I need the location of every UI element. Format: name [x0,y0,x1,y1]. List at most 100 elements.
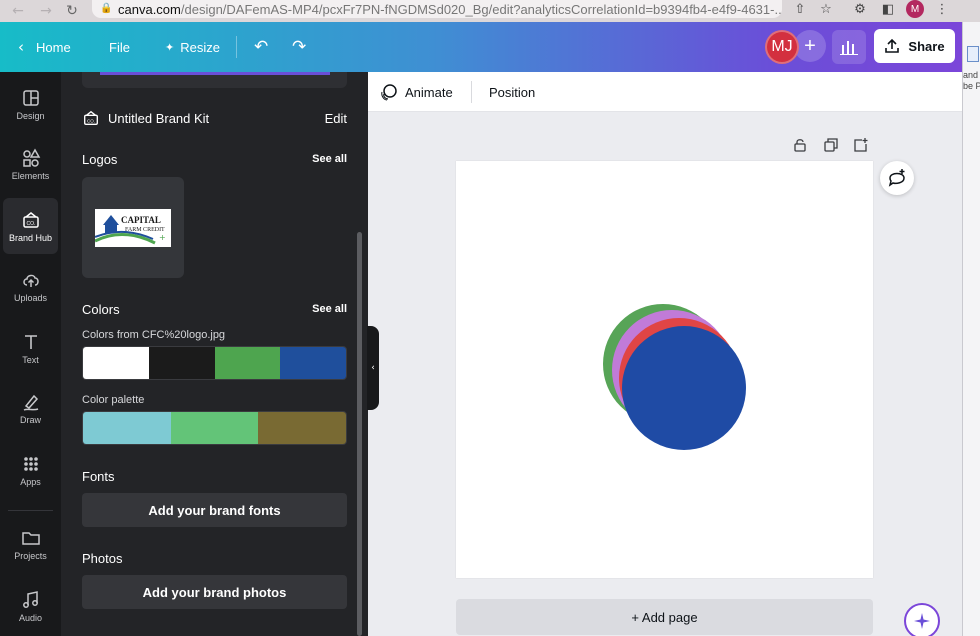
cloud-upload-icon [22,274,39,287]
resize-label: Resize [180,39,220,55]
rail-item-apps[interactable]: Apps [0,442,61,498]
url-text: canva.com/design/DAFemAS-MP4/pcxFr7PN-fN… [118,2,782,17]
logo-color-swatch-1[interactable] [83,347,149,379]
add-comment-button[interactable] [880,161,914,195]
svg-text:CO.: CO. [26,221,35,227]
user-avatar[interactable]: MJ [765,30,799,64]
logo-colors-label: Colors from CFC%20logo.jpg [82,329,226,341]
url-path: /design/DAFemAS-MP4/pcxFr7PN-fNGDMSd020_… [180,1,782,17]
rail-item-draw[interactable]: Draw [0,380,61,436]
add-brand-photos-button[interactable]: Add your brand photos [82,575,347,609]
rail-item-audio[interactable]: Audio [0,578,61,634]
share-button[interactable]: Share [874,29,955,63]
extensions-icon[interactable]: ⚙ [848,0,872,18]
circles-graphic[interactable] [456,161,873,578]
design-page[interactable] [456,161,873,578]
forward-arrow-icon[interactable]: → [32,0,60,22]
chevron-left-icon: ‹ [371,363,375,373]
browser-toolbar: ← → ↻ 🔒 canva.com/design/DAFemAS-MP4/pcx… [0,0,980,22]
palette-color-swatch-1[interactable] [83,412,171,444]
file-menu-button[interactable]: File [109,22,130,72]
profile-avatar[interactable]: M [906,0,924,18]
adjacent-window-edge: and be P [962,22,980,636]
add-page-top-button[interactable] [852,136,870,154]
redo-button[interactable]: ↷ [292,22,306,72]
colors-heading: Colors [82,302,120,317]
layout-icon [22,89,39,106]
back-arrow-icon[interactable]: ← [4,0,32,22]
rail-item-elements[interactable]: Elements [0,136,61,192]
logos-heading: Logos [82,152,118,167]
sparkle-icon [914,613,930,629]
colors-see-all-link[interactable]: See all [312,303,347,315]
address-bar[interactable]: 🔒 canva.com/design/DAFemAS-MP4/pcxFr7PN-… [92,0,782,18]
bar-chart-icon [840,41,858,55]
brand-kit-title: Untitled Brand Kit [108,110,210,126]
redo-icon: ↷ [292,37,307,57]
logo-color-swatches [82,346,347,380]
duplicate-page-button[interactable] [822,136,840,154]
insights-button[interactable] [832,30,866,64]
editor-header: ‹ Home File ✦ Resize ↶ ↷ + MJ Share [0,22,962,72]
rail-label: Design [16,110,45,121]
rail-item-text[interactable]: Text [0,320,61,376]
star-icon[interactable]: ☆ [814,0,838,18]
kebab-menu-icon[interactable]: ⋮ [930,0,954,18]
share-page-icon[interactable]: ⇧ [788,0,812,18]
position-button[interactable]: Position [489,72,535,112]
edit-brand-kit-button[interactable]: Edit [325,111,347,126]
position-label: Position [489,84,536,100]
header-divider [236,36,237,58]
blue-circle[interactable] [622,326,746,450]
rail-label: Text [22,354,39,365]
brand-logo-tile[interactable]: CAPITAL FARM CREDIT + [82,177,184,278]
rail-item-projects[interactable]: Projects [0,516,61,572]
resize-button[interactable]: ✦ Resize [165,22,220,72]
logo-text-line1: CAPITAL [121,215,161,225]
logo-graphic: CAPITAL FARM CREDIT + [95,214,166,244]
reload-icon[interactable]: ↻ [58,0,86,22]
text-icon [24,334,37,349]
home-label: Home [36,39,71,55]
logo-color-swatch-3[interactable] [214,347,281,379]
rail-label: Apps [20,476,41,487]
photos-heading: Photos [82,551,123,566]
add-page-button[interactable]: + Add page [456,599,873,635]
comment-plus-icon [888,169,905,187]
url-host: canva.com [118,1,181,17]
animate-icon [381,84,397,101]
svg-text:CO.: CO. [87,119,95,124]
collapse-panel-handle[interactable]: ‹ [367,326,379,410]
palette-color-swatch-2[interactable] [170,412,259,444]
apps-icon [23,456,38,471]
magic-assistant-button[interactable] [904,603,940,636]
rail-item-uploads[interactable]: Uploads [0,258,61,314]
rail-label: Draw [19,414,41,425]
rail-label: Uploads [13,292,48,303]
share-label: Share [908,38,945,54]
edge-text-1: and [963,70,979,80]
brand-hub-panel: CO. Untitled Brand Kit Edit Logos See al… [61,72,368,636]
edge-text-2: be P [963,81,980,91]
palette-color-swatch-3[interactable] [258,412,346,444]
brand-kit-icon: CO. [84,110,98,125]
undo-button[interactable]: ↶ [254,22,268,72]
logo-color-swatch-2[interactable] [148,347,215,379]
home-button[interactable]: ‹ Home [18,22,71,72]
plus-icon: + [804,34,816,57]
add-brand-fonts-button[interactable]: Add your brand fonts [82,493,347,527]
panel-top-card [82,72,347,88]
panel-scrollbar[interactable] [357,232,362,636]
rail-item-design[interactable]: Design [0,76,61,132]
rail-item-brand-hub[interactable]: CO. Brand Hub [3,198,58,254]
left-rail: Design Elements CO. Brand Hub Uploads Te… [0,72,61,636]
lock-page-button[interactable] [791,136,809,154]
document-icon [967,46,979,62]
sidebar-toggle-icon[interactable]: ◧ [876,0,900,18]
sparkle-icon: ✦ [165,40,175,54]
toolbar-divider [471,81,472,103]
logo-color-swatch-4[interactable] [280,347,346,379]
animate-button[interactable]: Animate [380,72,453,112]
logos-see-all-link[interactable]: See all [312,153,347,165]
undo-icon: ↶ [254,37,269,57]
